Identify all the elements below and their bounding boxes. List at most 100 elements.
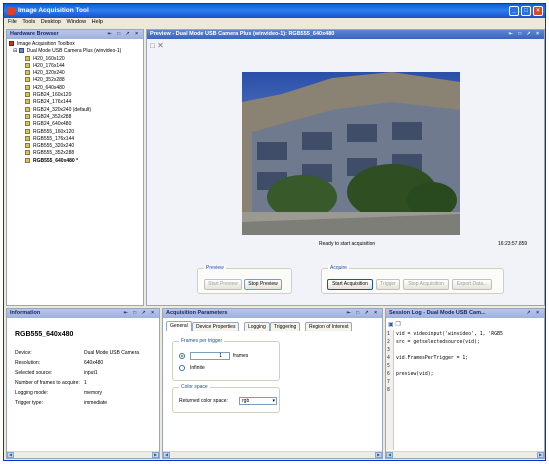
params-horizontal-scrollbar[interactable]: ◀ ▶ bbox=[163, 451, 382, 458]
stop-acquisition-button[interactable]: Stop Acquisition bbox=[403, 279, 449, 290]
info-horizontal-scrollbar[interactable]: ◀ ▶ bbox=[7, 451, 159, 458]
scroll-left-icon[interactable]: ◀ bbox=[163, 452, 170, 458]
copy-icon[interactable]: ❐ bbox=[395, 322, 400, 328]
code-line[interactable]: src = getselectedsource(vid); bbox=[396, 340, 480, 345]
panel-controls[interactable]: ⇤ □ ↗ × bbox=[347, 310, 380, 316]
line-number: 8 bbox=[387, 388, 390, 393]
title-bar: Image Acquisition Tool _ □ × bbox=[4, 4, 545, 18]
tree-format-item-selected[interactable]: RGB555_640x480 * bbox=[9, 157, 141, 165]
trigger-button[interactable]: Trigger bbox=[376, 279, 400, 290]
tree-format-item[interactable]: RGB24_320x240 (default) bbox=[9, 106, 141, 114]
tree-format-item[interactable]: I420_176x144 bbox=[9, 62, 141, 70]
frames-unit-label: frames bbox=[233, 353, 249, 359]
preview-panel: Preview - Dual Mode USB Camera Plus (win… bbox=[146, 29, 545, 306]
information-header: Information ⇤ □ ↗ × bbox=[7, 309, 159, 318]
color-space-select[interactable]: rgb ▾ bbox=[239, 397, 277, 405]
toolbox-icon bbox=[9, 41, 14, 46]
acquisition-status: Ready to start acquisition bbox=[319, 241, 376, 247]
params-tab-bar: General Device Properties Logging Trigge… bbox=[166, 321, 381, 332]
tree-format-item[interactable]: I420_160x120 bbox=[9, 55, 141, 63]
code-line[interactable]: vid.FramesPerTrigger = 1; bbox=[396, 356, 468, 361]
information-panel: Information ⇤ □ ↗ × RGB555_640x480 Devic… bbox=[6, 308, 160, 459]
scroll-left-icon[interactable]: ◀ bbox=[7, 452, 14, 458]
info-label: Trigger type: bbox=[15, 400, 43, 406]
info-label: Number of frames to acquire: bbox=[15, 380, 80, 386]
color-group-label: Color space bbox=[179, 384, 210, 390]
tree-format-item[interactable]: I420_352x288 bbox=[9, 77, 141, 84]
tab-triggering[interactable]: Triggering bbox=[270, 322, 301, 331]
scroll-right-icon[interactable]: ▶ bbox=[375, 452, 382, 458]
acquisition-parameters-title: Acquisition Parameters bbox=[166, 310, 228, 316]
format-icon bbox=[25, 135, 30, 141]
line-number: 6 bbox=[387, 372, 390, 377]
tree-root[interactable]: Image Acquisition Toolbox bbox=[9, 41, 141, 48]
info-value: Dual Mode USB Camera bbox=[84, 350, 140, 356]
tab-logging[interactable]: Logging bbox=[244, 322, 270, 331]
log-horizontal-scrollbar[interactable]: ◀ ▶ bbox=[386, 451, 544, 458]
session-log-panel: Session Log - Dual Mode USB Cam... ↗ × ▣… bbox=[385, 308, 545, 459]
menu-desktop[interactable]: Desktop bbox=[41, 19, 61, 25]
tree-format-item[interactable]: I420_320x240 bbox=[9, 70, 141, 77]
tree-format-item[interactable]: RGB24_640x480 bbox=[9, 121, 141, 128]
scroll-right-icon[interactable]: ▶ bbox=[152, 452, 159, 458]
frames-count-radio[interactable] bbox=[179, 353, 185, 359]
line-number: 4 bbox=[387, 356, 390, 361]
panel-controls[interactable]: ⇤ □ ↗ × bbox=[509, 31, 542, 37]
hardware-tree: Image Acquisition Toolbox ⊟ Dual Mode US… bbox=[9, 41, 141, 165]
camera-device-icon bbox=[18, 48, 24, 54]
session-log-title: Session Log - Dual Mode USB Cam... bbox=[389, 310, 486, 316]
menu-tools[interactable]: Tools bbox=[22, 19, 35, 25]
start-preview-button[interactable]: Start Preview bbox=[204, 279, 242, 290]
app-window: Image Acquisition Tool _ □ × File Tools … bbox=[3, 3, 546, 461]
line-number: 1 bbox=[387, 332, 390, 337]
tree-format-item[interactable]: RGB555_352x288 bbox=[9, 150, 141, 157]
acquisition-parameters-panel: Acquisition Parameters ⇤ □ ↗ × General D… bbox=[162, 308, 383, 459]
line-number: 2 bbox=[387, 340, 390, 345]
close-window-button[interactable]: × bbox=[533, 6, 543, 16]
infinite-label: Infinite bbox=[190, 365, 205, 371]
frames-spinner[interactable]: 1 bbox=[190, 352, 230, 360]
format-icon bbox=[25, 84, 30, 90]
tree-format-item[interactable]: RGB24_176x144 bbox=[9, 99, 141, 106]
tree-format-item[interactable]: I420_640x480 bbox=[9, 84, 141, 92]
panel-controls[interactable]: ↗ × bbox=[527, 310, 542, 316]
tab-region-of-interest[interactable]: Region of Interest bbox=[305, 322, 353, 331]
menu-file[interactable]: File bbox=[8, 19, 17, 25]
start-acquisition-button[interactable]: Start Acquisition bbox=[327, 279, 373, 290]
tree-format-item[interactable]: RGB555_320x240 bbox=[9, 143, 141, 150]
save-icon[interactable]: ▣ bbox=[388, 322, 394, 328]
tree-format-item[interactable]: RGB555_160x120 bbox=[9, 128, 141, 136]
info-label: Resolution: bbox=[15, 360, 41, 366]
minimize-button[interactable]: _ bbox=[509, 6, 519, 16]
tree-device[interactable]: ⊟ Dual Mode USB Camera Plus (winvideo-1) bbox=[9, 48, 141, 55]
stop-preview-button[interactable]: Stop Preview bbox=[244, 279, 282, 290]
information-title: Information bbox=[10, 310, 41, 316]
tree-format-item[interactable]: RGB24_352x288 bbox=[9, 113, 141, 121]
acquire-group: Acquire Start Acquisition Trigger Stop A… bbox=[321, 265, 504, 294]
infinite-radio[interactable] bbox=[179, 365, 185, 371]
info-label: Logging mode: bbox=[15, 390, 49, 396]
menu-window[interactable]: Window bbox=[67, 19, 87, 25]
tab-general[interactable]: General bbox=[166, 321, 192, 331]
format-icon bbox=[25, 157, 30, 163]
acquisition-parameters-header: Acquisition Parameters ⇤ □ ↗ × bbox=[163, 309, 382, 318]
info-value: 640x480 bbox=[84, 360, 104, 366]
menu-help[interactable]: Help bbox=[92, 19, 103, 25]
close-icon[interactable]: ✕ bbox=[157, 41, 164, 50]
code-line[interactable]: vid = videoinput('winvideo', 1, 'RGB5 bbox=[396, 332, 503, 337]
scroll-left-icon[interactable]: ◀ bbox=[386, 452, 393, 458]
panel-controls[interactable]: ⇤ □ ↗ × bbox=[108, 31, 141, 37]
tab-device-properties[interactable]: Device Properties bbox=[192, 322, 240, 331]
panel-controls[interactable]: ⇤ □ ↗ × bbox=[124, 310, 157, 316]
maximize-button[interactable]: □ bbox=[521, 6, 531, 16]
code-line[interactable]: preview(vid); bbox=[396, 372, 434, 377]
menu-bar: File Tools Desktop Window Help bbox=[4, 18, 545, 27]
preview-header: Preview - Dual Mode USB Camera Plus (win… bbox=[147, 30, 544, 39]
color-space-group: Color space Returned color space: rgb ▾ bbox=[172, 384, 280, 413]
export-data-button[interactable]: Export Data... bbox=[452, 279, 492, 290]
fit-icon[interactable]: □ bbox=[150, 41, 155, 50]
format-icon bbox=[25, 99, 30, 105]
tree-format-item[interactable]: RGB555_176x144 bbox=[9, 135, 141, 143]
tree-format-item[interactable]: RGB24_160x120 bbox=[9, 92, 141, 99]
scroll-right-icon[interactable]: ▶ bbox=[537, 452, 544, 458]
